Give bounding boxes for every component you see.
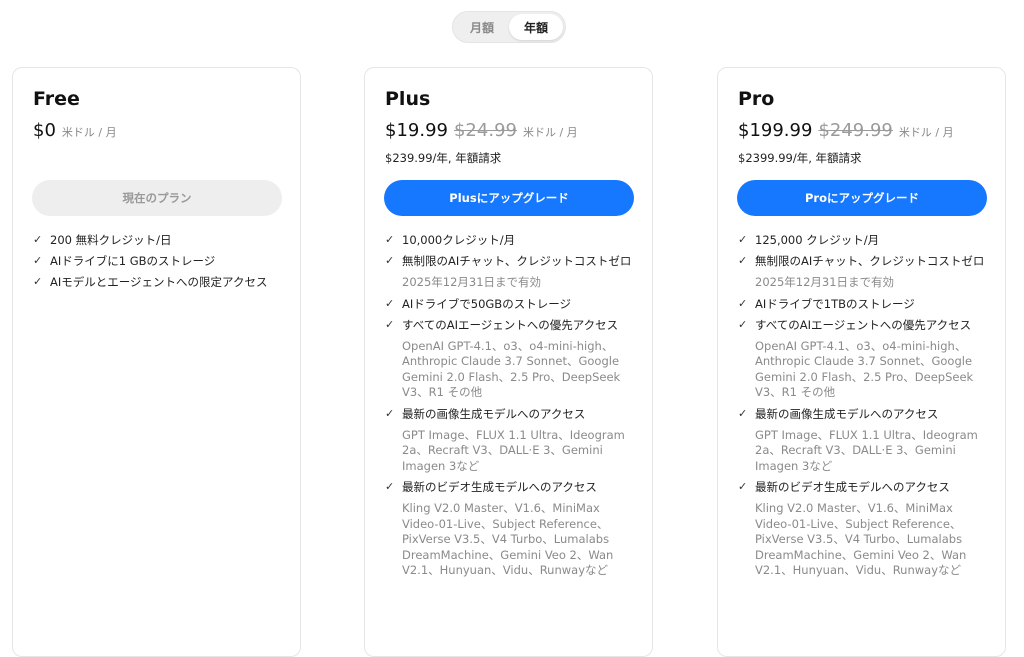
plan-name: Free (33, 88, 80, 110)
toggle-monthly[interactable]: 月額 (455, 14, 509, 40)
feature-list: ✓ 10,000クレジット/月 ✓ 無制限のAIチャット、クレジットコストゼロ … (385, 232, 635, 584)
check-icon: ✓ (385, 296, 395, 310)
feature-item: ✓ 無制限のAIチャット、クレジットコストゼロ 2025年12月31日まで有効 (385, 253, 635, 291)
price-line: $0 米ドル / 月 (33, 120, 117, 141)
check-icon: ✓ (33, 275, 43, 288)
feature-item: ✓ AIモデルとエージェントへの限定アクセス (33, 274, 283, 290)
price-line: $199.99 $249.99 米ドル / 月 (738, 120, 954, 141)
price: $0 (33, 120, 56, 141)
check-icon: ✓ (738, 254, 748, 267)
price-unit: 米ドル / 月 (522, 126, 578, 139)
check-icon: ✓ (33, 254, 43, 267)
toggle-yearly[interactable]: 年額 (509, 14, 563, 40)
billing-note: $239.99/年, 年額請求 (385, 151, 502, 165)
feature-text: AIドライブで1TBのストレージ (755, 296, 915, 311)
plan-name: Plus (385, 88, 431, 110)
upgrade-pro-button[interactable]: Proにアップグレード (737, 180, 987, 216)
feature-text: 125,000 クレジット/月 (755, 233, 880, 247)
feature-detail: OpenAI GPT-4.1、o3、o4-mini-high、Anthropic… (402, 338, 621, 400)
feature-text: すべてのAIエージェントへの優先アクセス (402, 317, 619, 332)
billing-note: $2399.99/年, 年額請求 (738, 151, 862, 165)
feature-text: 最新のビデオ生成モデルへのアクセス (755, 480, 950, 494)
original-price: $249.99 (818, 120, 893, 141)
check-icon: ✓ (33, 233, 43, 246)
feature-text: 最新の画像生成モデルへのアクセス (755, 406, 939, 421)
billing-period-toggle[interactable]: 月額 年額 (452, 11, 566, 43)
feature-text: 無制限のAIチャット、クレジットコストゼロ (755, 254, 985, 268)
check-icon: ✓ (385, 254, 395, 267)
feature-detail: 2025年12月31日まで有効 (755, 275, 895, 289)
feature-item: ✓ すべてのAIエージェントへの優先アクセス OpenAI GPT-4.1、o3… (738, 317, 988, 401)
feature-text: 10,000クレジット/月 (402, 233, 516, 247)
feature-text: AIモデルとエージェントへの限定アクセス (50, 275, 268, 289)
feature-item: ✓ 最新の画像生成モデルへのアクセス GPT Image、FLUX 1.1 Ul… (738, 406, 988, 475)
price-unit: 米ドル / 月 (61, 126, 117, 139)
original-price: $24.99 (453, 120, 517, 141)
feature-item: ✓ 最新のビデオ生成モデルへのアクセス Kling V2.0 Master、V1… (738, 479, 988, 579)
feature-detail: GPT Image、FLUX 1.1 Ultra、Ideogram 2a、Rec… (755, 427, 978, 473)
plan-card-free: Free $0 米ドル / 月 現在のプラン ✓ 200 無料クレジット/日 ✓… (12, 67, 301, 657)
check-icon: ✓ (738, 296, 748, 310)
feature-item: ✓ AIドライブで50GBのストレージ (385, 296, 635, 312)
feature-detail: 2025年12月31日まで有効 (402, 275, 542, 289)
feature-item: ✓ 最新のビデオ生成モデルへのアクセス Kling V2.0 Master、V1… (385, 479, 635, 579)
feature-text: 無制限のAIチャット、クレジットコストゼロ (402, 254, 632, 268)
check-icon: ✓ (738, 317, 748, 331)
feature-item: ✓ AIドライブに1 GBのストレージ (33, 253, 283, 269)
feature-detail: GPT Image、FLUX 1.1 Ultra、Ideogram 2a、Rec… (402, 427, 625, 473)
feature-detail: Kling V2.0 Master、V1.6、MiniMax Video-01-… (755, 501, 967, 577)
current-plan-button[interactable]: 現在のプラン (32, 180, 282, 216)
feature-item: ✓ 無制限のAIチャット、クレジットコストゼロ 2025年12月31日まで有効 (738, 253, 988, 291)
feature-text: 200 無料クレジット/日 (50, 233, 172, 247)
feature-item: ✓ 125,000 クレジット/月 (738, 232, 988, 248)
upgrade-plus-button[interactable]: Plusにアップグレード (384, 180, 634, 216)
feature-item: ✓ 200 無料クレジット/日 (33, 232, 283, 248)
price: $199.99 (738, 120, 813, 141)
feature-text: 最新のビデオ生成モデルへのアクセス (402, 480, 597, 494)
feature-list: ✓ 125,000 クレジット/月 ✓ 無制限のAIチャット、クレジットコストゼ… (738, 232, 988, 584)
feature-detail: Kling V2.0 Master、V1.6、MiniMax Video-01-… (402, 501, 614, 577)
feature-text: AIドライブで50GBのストレージ (402, 296, 571, 311)
plan-card-plus: Plus $19.99 $24.99 米ドル / 月 $239.99/年, 年額… (364, 67, 653, 657)
feature-item: ✓ 最新の画像生成モデルへのアクセス GPT Image、FLUX 1.1 Ul… (385, 406, 635, 475)
check-icon: ✓ (738, 233, 748, 246)
plan-card-pro: Pro $199.99 $249.99 米ドル / 月 $2399.99/年, … (717, 67, 1006, 657)
plan-name: Pro (738, 88, 775, 110)
feature-text: 最新の画像生成モデルへのアクセス (402, 406, 586, 421)
check-icon: ✓ (385, 317, 395, 331)
price-unit: 米ドル / 月 (898, 126, 954, 139)
check-icon: ✓ (738, 480, 748, 493)
feature-item: ✓ すべてのAIエージェントへの優先アクセス OpenAI GPT-4.1、o3… (385, 317, 635, 401)
check-icon: ✓ (385, 233, 395, 246)
feature-text: AIドライブに1 GBのストレージ (50, 254, 216, 268)
feature-detail: OpenAI GPT-4.1、o3、o4-mini-high、Anthropic… (755, 338, 974, 400)
feature-text: すべてのAIエージェントへの優先アクセス (755, 317, 972, 332)
check-icon: ✓ (385, 480, 395, 493)
feature-list: ✓ 200 無料クレジット/日 ✓ AIドライブに1 GBのストレージ ✓ AI… (33, 232, 283, 295)
check-icon: ✓ (385, 406, 395, 420)
price-line: $19.99 $24.99 米ドル / 月 (385, 120, 578, 141)
feature-item: ✓ 10,000クレジット/月 (385, 232, 635, 248)
check-icon: ✓ (738, 406, 748, 420)
price: $19.99 (385, 120, 448, 141)
feature-item: ✓ AIドライブで1TBのストレージ (738, 296, 988, 312)
